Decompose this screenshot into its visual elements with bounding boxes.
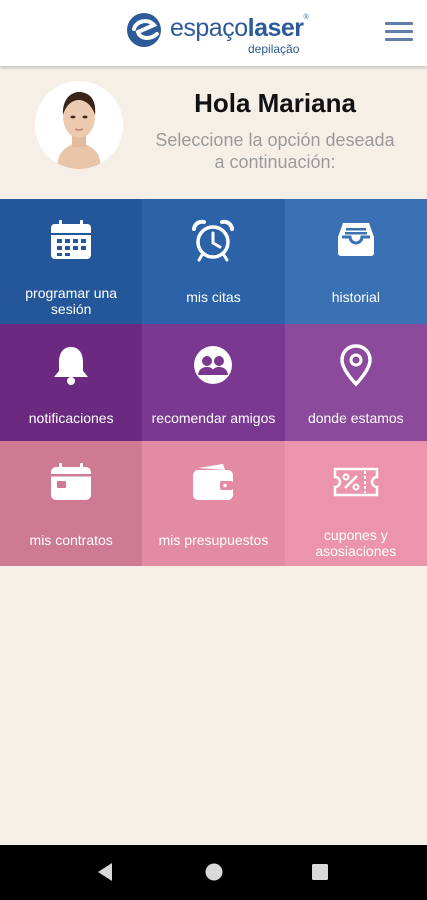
tile-label: programar una sesión: [4, 285, 138, 317]
tile-label: donde estamos: [307, 410, 404, 426]
home-icon[interactable]: [203, 861, 225, 883]
calendar-card-icon: [51, 463, 92, 500]
friends-icon: [194, 346, 233, 384]
tile-mis-presupuestos[interactable]: mis presupuestos: [142, 441, 285, 566]
options-row-2: notificaciones recomendar amigos donde e…: [0, 324, 427, 441]
logo-mark-icon: [127, 13, 161, 47]
tile-label: mis contratos: [29, 532, 113, 548]
recents-icon[interactable]: [309, 861, 331, 883]
tile-cupones-asosiaciones[interactable]: cupones y asosiaciones: [284, 441, 427, 566]
system-navigation-bar: [0, 845, 427, 900]
espacolaser-logo: espaçolaser® depilação: [126, 10, 316, 60]
avatar-portrait-icon: [35, 81, 123, 169]
options-row-3: mis contratos mis presupuestos cupones y…: [0, 441, 427, 566]
location-pin-icon: [340, 344, 372, 387]
tile-mis-contratos[interactable]: mis contratos: [0, 441, 143, 566]
wallet-icon: [193, 464, 234, 500]
tile-programar-sesion[interactable]: programar una sesión: [0, 199, 143, 324]
tile-mis-citas[interactable]: mis citas: [142, 199, 285, 324]
welcome-header: Hola Mariana Seleccione la opción desead…: [0, 66, 427, 199]
logo-registered-mark: ®: [303, 14, 309, 21]
calendar-icon: [51, 220, 92, 259]
tile-label: cupones y asosiaciones: [289, 527, 423, 559]
greeting-title: Hola Mariana: [194, 88, 356, 118]
coupon-icon: [333, 467, 379, 497]
tile-label-line-2: sesión: [50, 301, 92, 317]
tile-notificaciones[interactable]: notificaciones: [0, 324, 143, 441]
tile-label-line-2: asosiaciones: [315, 543, 397, 559]
tile-donde-estamos[interactable]: donde estamos: [284, 324, 427, 441]
tile-label: mis presupuestos: [158, 532, 269, 548]
tile-recomendar-amigos[interactable]: recomendar amigos: [142, 324, 285, 441]
alarm-clock-icon: [192, 219, 235, 262]
tile-historial[interactable]: historial: [284, 199, 427, 324]
tile-label-line-1: cupones y: [323, 527, 388, 543]
subtitle-line-2: a continuación:: [214, 152, 336, 172]
logo-wordmark: espaçolaser®: [170, 14, 309, 43]
logo-text-bold: laser: [247, 14, 304, 42]
options-row-1: programar una sesión mis citas historial: [0, 199, 427, 324]
tile-label: recomendar amigos: [151, 410, 276, 426]
tile-label: historial: [331, 289, 380, 305]
bell-icon: [54, 347, 89, 385]
subtitle-line-1: Seleccione la opción deseada: [155, 130, 395, 150]
hamburger-menu-icon[interactable]: [385, 22, 413, 44]
greeting-subtitle: Seleccione la opción deseada a continuac…: [140, 129, 410, 173]
logo-tagline: depilação: [248, 42, 300, 56]
tile-label: notificaciones: [28, 410, 114, 426]
back-icon[interactable]: [95, 861, 117, 883]
inbox-tray-icon: [337, 223, 374, 256]
avatar: [35, 81, 123, 169]
logo-text-light: espaço: [170, 14, 248, 42]
options-grid: programar una sesión mis citas historial: [0, 199, 427, 566]
tile-label-line-1: programar una: [25, 285, 118, 301]
top-app-bar: espaçolaser® depilação: [0, 0, 427, 66]
tile-label: mis citas: [186, 289, 241, 305]
